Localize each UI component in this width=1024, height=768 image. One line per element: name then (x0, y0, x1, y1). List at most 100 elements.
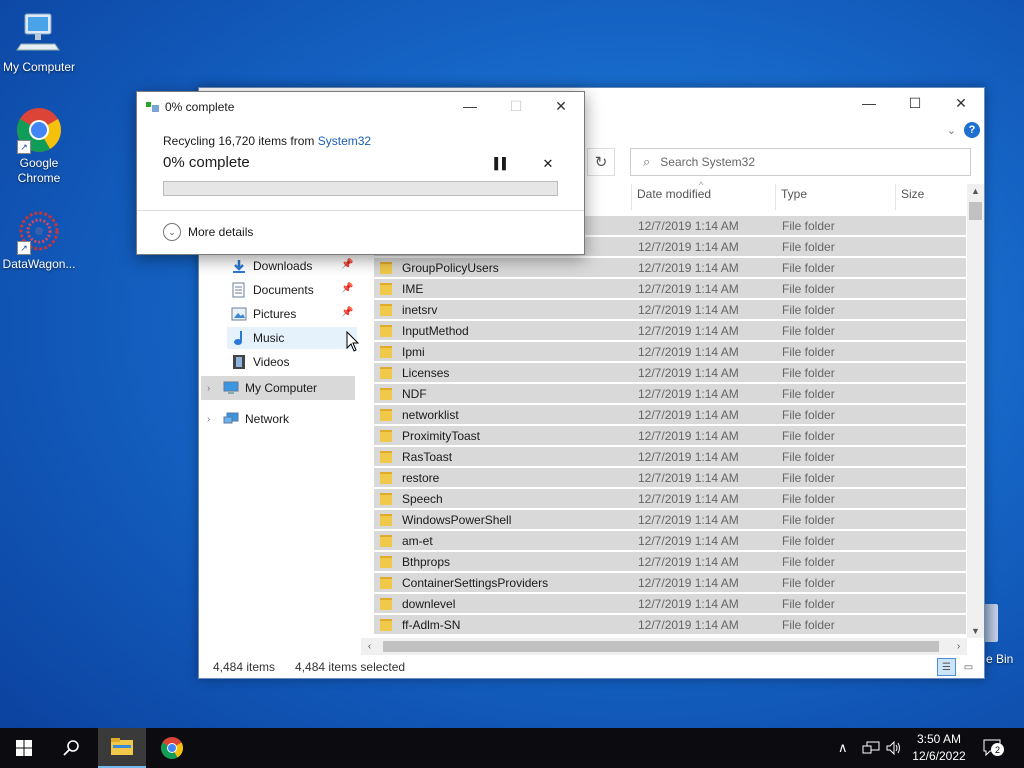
scrollbar-thumb[interactable] (383, 641, 939, 652)
speaker-icon (886, 741, 900, 755)
show-hidden-icons-button[interactable]: ∧ (838, 728, 848, 768)
file-name: Bthprops (402, 554, 451, 569)
folder-icon (380, 450, 392, 463)
file-row[interactable]: networklist 12/7/2019 1:14 AM File folder (374, 405, 966, 425)
large-icons-view-button[interactable]: ▭ (959, 658, 978, 676)
network-icon (862, 741, 880, 754)
pin-icon[interactable]: 📌 (341, 259, 371, 270)
file-type: File folder (782, 575, 835, 590)
folder-icon (380, 618, 392, 631)
file-explorer-icon (111, 738, 133, 755)
cancel-operation-button[interactable]: ✕ (539, 155, 557, 173)
file-row[interactable]: InputMethod 12/7/2019 1:14 AM File folder (374, 321, 966, 341)
volume-tray-button[interactable] (886, 728, 902, 768)
vertical-scrollbar[interactable]: ▲ ▼ (967, 184, 984, 638)
taskbar: ∧ 3:50 AM 12/6/2022 2 (0, 728, 1024, 768)
file-row[interactable]: NDF 12/7/2019 1:14 AM File folder (374, 384, 966, 404)
scroll-down-icon[interactable]: ▼ (967, 626, 984, 636)
file-row[interactable]: GroupPolicyUsers 12/7/2019 1:14 AM File fo… (374, 258, 966, 278)
expand-ribbon-icon[interactable]: ⌄ (947, 124, 956, 137)
sort-ascending-icon: ^ (699, 180, 704, 190)
file-row[interactable]: IME 12/7/2019 1:14 AM File folder (374, 279, 966, 299)
file-row[interactable]: inetsrv 12/7/2019 1:14 AM File folder (374, 300, 966, 320)
file-date-modified: 12/7/2019 1:14 AM (638, 365, 739, 380)
file-row[interactable]: Bthprops 12/7/2019 1:14 AM File folder (374, 552, 966, 572)
file-date-modified: 12/7/2019 1:14 AM (638, 260, 739, 275)
horizontal-scrollbar[interactable]: ‹ › (361, 638, 967, 655)
taskbar-clock[interactable]: 3:50 AM 12/6/2022 (908, 731, 970, 765)
file-row[interactable]: ff-Adlm-SN 12/7/2019 1:14 AM File folder (374, 615, 966, 635)
column-divider[interactable] (895, 184, 896, 210)
desktop-icon-google-chrome[interactable]: ↗ Google Chrome (0, 106, 81, 186)
dialog-title: 0% complete (165, 100, 235, 114)
column-divider[interactable] (631, 184, 632, 210)
file-row[interactable]: ContainerSettingsProviders 12/7/2019 1:14… (374, 573, 966, 593)
start-button[interactable] (0, 728, 48, 768)
help-icon[interactable]: ? (964, 122, 980, 138)
search-input[interactable]: ⌕ Search System32 (630, 148, 971, 176)
file-row[interactable]: am-et 12/7/2019 1:14 AM File folder (374, 531, 966, 551)
file-type: File folder (782, 470, 835, 485)
close-button[interactable]: ✕ (938, 88, 984, 118)
file-name: RasToast (402, 449, 453, 464)
expand-chevron-icon[interactable]: › (207, 414, 210, 425)
taskbar-file-explorer[interactable] (98, 728, 146, 768)
column-header-type[interactable]: Type (781, 183, 807, 205)
source-folder-link[interactable]: System32 (318, 134, 371, 148)
dialog-close-button[interactable]: ✕ (538, 92, 584, 120)
taskbar-chrome[interactable] (148, 728, 196, 768)
nav-item-pictures[interactable]: Pictures (231, 303, 296, 325)
file-row[interactable]: WindowsPowerShell 12/7/2019 1:14 AM File f… (374, 510, 966, 530)
minimize-button[interactable]: — (846, 88, 892, 118)
file-row[interactable]: RasToast 12/7/2019 1:14 AM File folder (374, 447, 966, 467)
pause-button[interactable]: ▌▌ (493, 155, 511, 173)
file-type: File folder (782, 344, 835, 359)
file-row[interactable]: Licenses 12/7/2019 1:14 AM File folder (374, 363, 966, 383)
nav-item-music[interactable]: Music (227, 327, 357, 349)
file-type: File folder (782, 512, 835, 527)
dialog-minimize-button[interactable]: — (447, 92, 493, 120)
file-row[interactable]: Ipmi 12/7/2019 1:14 AM File folder (374, 342, 966, 362)
column-divider[interactable] (775, 184, 776, 210)
pin-icon[interactable]: 📌 (341, 283, 371, 294)
action-center-button[interactable]: 2 (982, 728, 1004, 768)
file-name: Ipmi (402, 344, 425, 359)
file-row[interactable]: downlevel 12/7/2019 1:14 AM File folder (374, 594, 966, 614)
nav-item-documents[interactable]: Documents (231, 279, 314, 301)
column-header-size[interactable]: Size (901, 183, 924, 205)
scroll-right-icon[interactable]: › (950, 641, 967, 652)
file-row[interactable]: ProximityToast 12/7/2019 1:14 AM File fold… (374, 426, 966, 446)
nav-item-label: Documents (253, 283, 314, 297)
refresh-button[interactable]: ↻ (587, 148, 615, 176)
network-tray-button[interactable] (862, 728, 880, 768)
maximize-button[interactable]: ☐ (892, 88, 938, 118)
navigation-pane: Downloads 📌 Documents 📌 Pictures 📌 Music (199, 255, 371, 645)
more-details-button[interactable]: ⌄ More details (163, 223, 253, 241)
recycle-bin-label[interactable]: e Bin (986, 652, 1013, 666)
item-count: 4,484 items (213, 660, 276, 674)
nav-item-videos[interactable]: Videos (231, 351, 289, 373)
scrollbar-thumb[interactable] (969, 202, 982, 220)
folder-icon (380, 408, 392, 421)
desktop-icon-my-computer[interactable]: My Computer (0, 10, 81, 74)
expand-chevron-icon[interactable]: › (207, 383, 210, 394)
file-name: Licenses (402, 365, 450, 380)
pin-icon[interactable]: 📌 (341, 307, 371, 318)
file-name: am-et (402, 533, 433, 548)
scroll-left-icon[interactable]: ‹ (361, 641, 378, 652)
file-date-modified: 12/7/2019 1:14 AM (638, 428, 739, 443)
search-button[interactable] (48, 728, 96, 768)
file-row[interactable]: restore 12/7/2019 1:14 AM File folder (374, 468, 966, 488)
clock-time: 3:50 AM (916, 732, 962, 746)
desktop-icon-datawagon[interactable]: ↗ DataWagon... (0, 207, 81, 271)
scroll-up-icon[interactable]: ▲ (967, 186, 984, 196)
file-date-modified: 12/7/2019 1:14 AM (638, 344, 739, 359)
folder-icon (380, 429, 392, 442)
details-view-button[interactable]: ☰ (937, 658, 956, 676)
more-details-label: More details (188, 225, 254, 239)
file-row[interactable]: Speech 12/7/2019 1:14 AM File folder (374, 489, 966, 509)
nav-item-my-computer[interactable]: › My Computer (201, 376, 355, 400)
recycle-bin-icon[interactable] (984, 604, 998, 642)
nav-item-network[interactable]: › Network (201, 408, 355, 430)
nav-item-downloads[interactable]: Downloads (231, 255, 312, 277)
